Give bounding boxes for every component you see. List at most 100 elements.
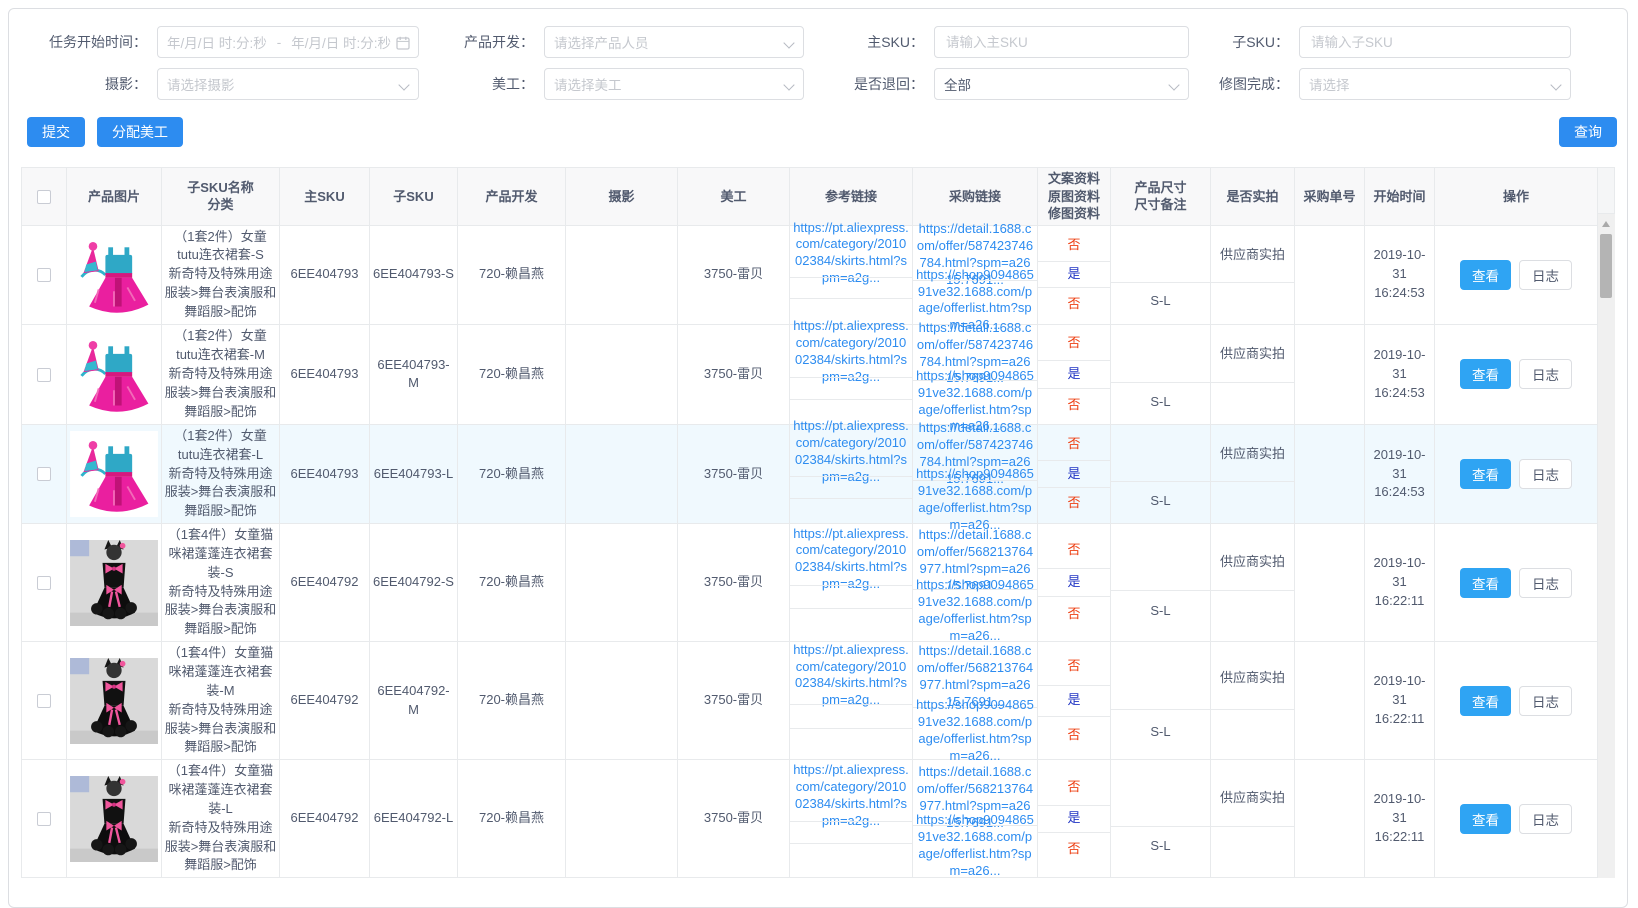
- column-header-actions: 操作: [1435, 168, 1598, 226]
- row-checkbox[interactable]: [37, 467, 51, 481]
- chevron-down-icon: [783, 37, 794, 48]
- product-category: 新奇特及特殊用途服装>舞台表演服和舞蹈服>配饰: [164, 265, 277, 322]
- purchase-link[interactable]: https://shop909486591ve32.1688.com/page/…: [916, 812, 1034, 880]
- view-button[interactable]: 查看: [1460, 686, 1511, 716]
- reference-link-cell: https://pt.aliexpress.com/category/20100…: [790, 642, 913, 760]
- view-button[interactable]: 查看: [1460, 260, 1511, 290]
- black-cat-dress-image: [70, 658, 158, 744]
- row-checkbox[interactable]: [37, 368, 51, 382]
- product-image: [67, 431, 161, 517]
- reference-link-slots: https://pt.aliexpress.com/category/20100…: [790, 771, 912, 866]
- flag-no: 否: [1067, 605, 1080, 624]
- reference-link-slots-slot: https://pt.aliexpress.com/category/20100…: [790, 534, 912, 586]
- row-checkbox[interactable]: [37, 268, 51, 282]
- log-button[interactable]: 日志: [1519, 359, 1572, 389]
- reference-link-slots-slot: [790, 728, 912, 754]
- start-clock: 16:24:53: [1367, 483, 1432, 502]
- row-checkbox[interactable]: [37, 812, 51, 826]
- reference-link[interactable]: https://pt.aliexpress.com/category/20100…: [793, 318, 909, 386]
- flag-no: 否: [1067, 657, 1080, 676]
- submit-button[interactable]: 提交: [27, 117, 85, 147]
- artist-select[interactable]: 请选择美工: [544, 68, 804, 100]
- view-button[interactable]: 查看: [1460, 359, 1511, 389]
- header-label: 修图资料: [1040, 205, 1108, 223]
- column-header-photography: 摄影: [566, 168, 678, 226]
- reference-link-slots: https://pt.aliexpress.com/category/20100…: [790, 647, 912, 754]
- query-button[interactable]: 查询: [1559, 117, 1617, 147]
- column-header-reference-link: 参考链接: [790, 168, 913, 226]
- header-label: 分类: [164, 196, 277, 214]
- retouch-done-select[interactable]: 请选择: [1299, 68, 1571, 100]
- view-button[interactable]: 查看: [1460, 568, 1511, 598]
- size-note: S-L: [1150, 292, 1170, 311]
- checkbox-cell: [22, 642, 67, 760]
- returned-select[interactable]: 全部: [934, 68, 1189, 100]
- product-category: 新奇特及特殊用途服装>舞台表演服和舞蹈服>配饰: [164, 819, 277, 876]
- log-button[interactable]: 日志: [1519, 686, 1572, 716]
- reference-link[interactable]: https://pt.aliexpress.com/category/20100…: [793, 762, 909, 830]
- log-button[interactable]: 日志: [1519, 568, 1572, 598]
- select-all-checkbox[interactable]: [37, 190, 51, 204]
- size-slots-slot: [1111, 428, 1210, 481]
- reference-link-slots-slot: [790, 704, 912, 729]
- product-image: [67, 658, 161, 744]
- header-label: 美工: [680, 188, 787, 206]
- size-slots-slot: [1111, 534, 1210, 591]
- reference-link[interactable]: https://pt.aliexpress.com/category/20100…: [793, 642, 909, 710]
- docs-slots-slot: 否: [1038, 771, 1110, 804]
- black-cat-dress-image: [70, 776, 158, 862]
- view-button[interactable]: 查看: [1460, 459, 1511, 489]
- size-slots-slot: S-L: [1111, 282, 1210, 320]
- flag-no: 否: [1067, 334, 1080, 353]
- view-button[interactable]: 查看: [1460, 804, 1511, 834]
- start-clock: 16:24:53: [1367, 384, 1432, 403]
- row-checkbox[interactable]: [37, 694, 51, 708]
- photography-cell: [566, 324, 678, 424]
- main-sku-input[interactable]: [944, 34, 1179, 51]
- assign-artist-button[interactable]: 分配美工: [97, 117, 183, 147]
- main-sku-label: 主SKU：: [804, 32, 934, 52]
- size-slots: S-L: [1111, 771, 1210, 866]
- product-category: 新奇特及特殊用途服装>舞台表演服和舞蹈服>配饰: [164, 583, 277, 640]
- table-header: 产品图片子SKU名称分类主SKU子SKU产品开发摄影美工参考链接采购链接文案资料…: [22, 168, 1598, 226]
- purchase-order-cell: [1295, 424, 1365, 523]
- purchase-link[interactable]: https://shop909486591ve32.1688.com/page/…: [916, 577, 1034, 645]
- purchase-link[interactable]: https://shop909486591ve32.1688.com/page/…: [916, 466, 1034, 534]
- reference-link-cell: https://pt.aliexpress.com/category/20100…: [790, 424, 913, 523]
- sub-sku-input[interactable]: [1309, 34, 1561, 51]
- product-dev-select[interactable]: 请选择产品人员: [544, 26, 804, 58]
- flag-no: 否: [1067, 295, 1080, 314]
- start-date: 2019-10-31: [1367, 346, 1432, 384]
- purchase-link[interactable]: https://shop909486591ve32.1688.com/page/…: [916, 697, 1034, 765]
- scrollbar-thumb[interactable]: [1600, 234, 1612, 298]
- log-button[interactable]: 日志: [1519, 459, 1572, 489]
- real-shot-slots-slot: 供应商实拍: [1211, 771, 1294, 826]
- real-shot-slots-slot: 供应商实拍: [1211, 230, 1294, 282]
- start-time-cell: 2019-10-3116:24:53: [1365, 225, 1435, 324]
- real-shot-slots-slot: [1211, 481, 1294, 520]
- docs-slots-slot: 是: [1038, 261, 1110, 287]
- size-slots: S-L: [1111, 428, 1210, 520]
- docs-slots-slot: 是: [1038, 360, 1110, 387]
- reference-link[interactable]: https://pt.aliexpress.com/category/20100…: [793, 526, 909, 594]
- task-start-time-range-input[interactable]: 年/月/日 时:分:秒 - 年/月/日 时:分:秒: [157, 26, 419, 58]
- docs-slots-slot: 否: [1038, 327, 1110, 360]
- checkbox-cell: [22, 760, 67, 878]
- row-actions: 查看日志: [1437, 804, 1595, 834]
- sub-sku-name-cell: （1套4件）女童猫咪裙蓬蓬连衣裙套装-M新奇特及特殊用途服装>舞台表演服和舞蹈服…: [162, 642, 280, 760]
- column-header-select-all: [22, 168, 67, 226]
- vertical-scrollbar[interactable]: [1598, 167, 1615, 878]
- calendar-icon: [396, 36, 410, 53]
- row-checkbox[interactable]: [37, 576, 51, 590]
- photography-select[interactable]: 请选择摄影: [157, 68, 419, 100]
- docs-slots: 否是否: [1038, 428, 1110, 520]
- log-button[interactable]: 日志: [1519, 260, 1572, 290]
- log-button[interactable]: 日志: [1519, 804, 1572, 834]
- purchase-order-cell: [1295, 225, 1365, 324]
- purchase-link-slots-slot: https://shop909486591ve32.1688.com/page/…: [913, 589, 1037, 632]
- scroll-up-arrow-icon[interactable]: [1602, 221, 1610, 227]
- scrollbar-track[interactable]: [1598, 214, 1615, 878]
- flag-no: 否: [1067, 726, 1080, 745]
- returned-value: 全部: [944, 74, 971, 94]
- product-image-cell: [67, 642, 162, 760]
